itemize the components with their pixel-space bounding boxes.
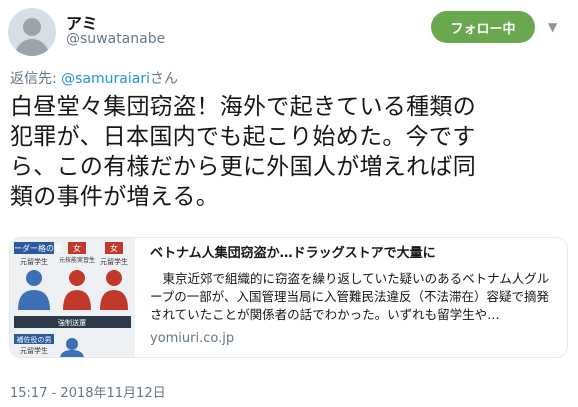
person-icon bbox=[66, 338, 78, 350]
tweet-line: 類の事件が増える。 bbox=[10, 184, 220, 210]
aide-label: 補佐役の男 bbox=[17, 335, 52, 344]
card-thumbnail-figure: リーダー格の男 元留学生 女 元技能実習生 女 元留学生 強制送還 補佐役の男 … bbox=[10, 238, 135, 357]
avatar-head-shape bbox=[23, 18, 41, 36]
reply-to: 返信先: @samuraiariさん bbox=[10, 68, 178, 88]
reply-suffix: さん bbox=[150, 71, 179, 87]
card-description: 東京近郊で組織的に窃盗を繰り返していた疑いのあるベトナム人グループの一部が、入国… bbox=[150, 271, 550, 322]
aide-sub: 元留学生 bbox=[20, 346, 48, 355]
chevron-down-icon[interactable]: ▼ bbox=[548, 20, 557, 34]
card-title[interactable]: ベトナム人集団窃盗か…ドラッグストアで大量に bbox=[150, 245, 560, 263]
leader-label: リーダー格の男 bbox=[10, 243, 62, 253]
author-handle[interactable]: @suwatanabe bbox=[66, 31, 165, 47]
link-card[interactable]: リーダー格の男 元留学生 女 元技能実習生 女 元留学生 強制送還 補佐役の男 … bbox=[9, 237, 568, 358]
person-icon bbox=[26, 270, 42, 286]
tweet-line: 犯罪が、日本国内でも起こり始めた。今です bbox=[10, 124, 476, 150]
tweet-text: 白昼堂々集団窃盗！海外で起きている種類の 犯罪が、日本国内でも起こり始めた。今で… bbox=[10, 92, 566, 212]
card-thumbnail: リーダー格の男 元留学生 女 元技能実習生 女 元留学生 強制送還 補佐役の男 … bbox=[10, 238, 135, 357]
woman2-sub: 元留学生 bbox=[100, 257, 128, 266]
tweet-timestamp[interactable]: 15:17 - 2018年11月12日 bbox=[10, 382, 166, 401]
reply-mention-link[interactable]: @samuraiari bbox=[61, 71, 150, 87]
woman1-label: 女 bbox=[73, 243, 81, 253]
tweet-line: ら、この有様だから更に外国人が増えれば同 bbox=[10, 154, 476, 180]
deport-label: 強制送還 bbox=[58, 318, 86, 327]
reply-prefix: 返信先: bbox=[10, 71, 62, 87]
person-icon bbox=[69, 270, 85, 286]
leader-sub: 元留学生 bbox=[20, 257, 48, 266]
person-icon bbox=[106, 270, 122, 286]
card-body: ベトナム人集団窃盗か…ドラッグストアで大量に 東京近郊で組織的に窃盗を繰り返して… bbox=[150, 245, 560, 324]
card-domain: yomiuri.co.jp bbox=[150, 331, 235, 346]
woman2-label: 女 bbox=[110, 243, 118, 253]
woman1-sub: 元技能実習生 bbox=[59, 256, 95, 264]
following-button[interactable]: フォロー中 bbox=[431, 11, 535, 43]
tweet-line: 白昼堂々集団窃盗！海外で起きている種類の bbox=[10, 94, 476, 120]
avatar[interactable] bbox=[8, 8, 56, 56]
avatar-body-shape bbox=[15, 39, 49, 56]
